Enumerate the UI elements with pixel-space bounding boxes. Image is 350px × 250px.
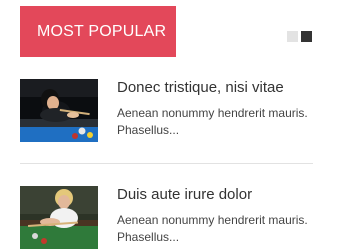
article-excerpt: Aenean nonummy hendrerit mauris. Phasell… xyxy=(117,106,308,137)
divider xyxy=(20,163,313,164)
article-thumbnail[interactable] xyxy=(20,186,98,249)
pager-dot-1[interactable] xyxy=(287,31,298,42)
billiards-photo-icon xyxy=(20,186,98,249)
pager-dot-2[interactable] xyxy=(301,31,312,42)
article-title-link[interactable]: Donec tristique, nisi vitae xyxy=(117,79,337,97)
article-title-link[interactable]: Duis aute irure dolor xyxy=(117,186,337,204)
most-popular-widget: MOST POPULAR Donec tristique, nisi vitae… xyxy=(0,0,350,250)
article-excerpt: Aenean nonummy hendrerit mauris. Phasell… xyxy=(117,213,308,244)
article-thumbnail[interactable] xyxy=(20,79,98,142)
section-heading: MOST POPULAR xyxy=(20,6,176,57)
carousel-pager xyxy=(287,31,312,42)
billiards-photo-icon xyxy=(20,79,98,142)
